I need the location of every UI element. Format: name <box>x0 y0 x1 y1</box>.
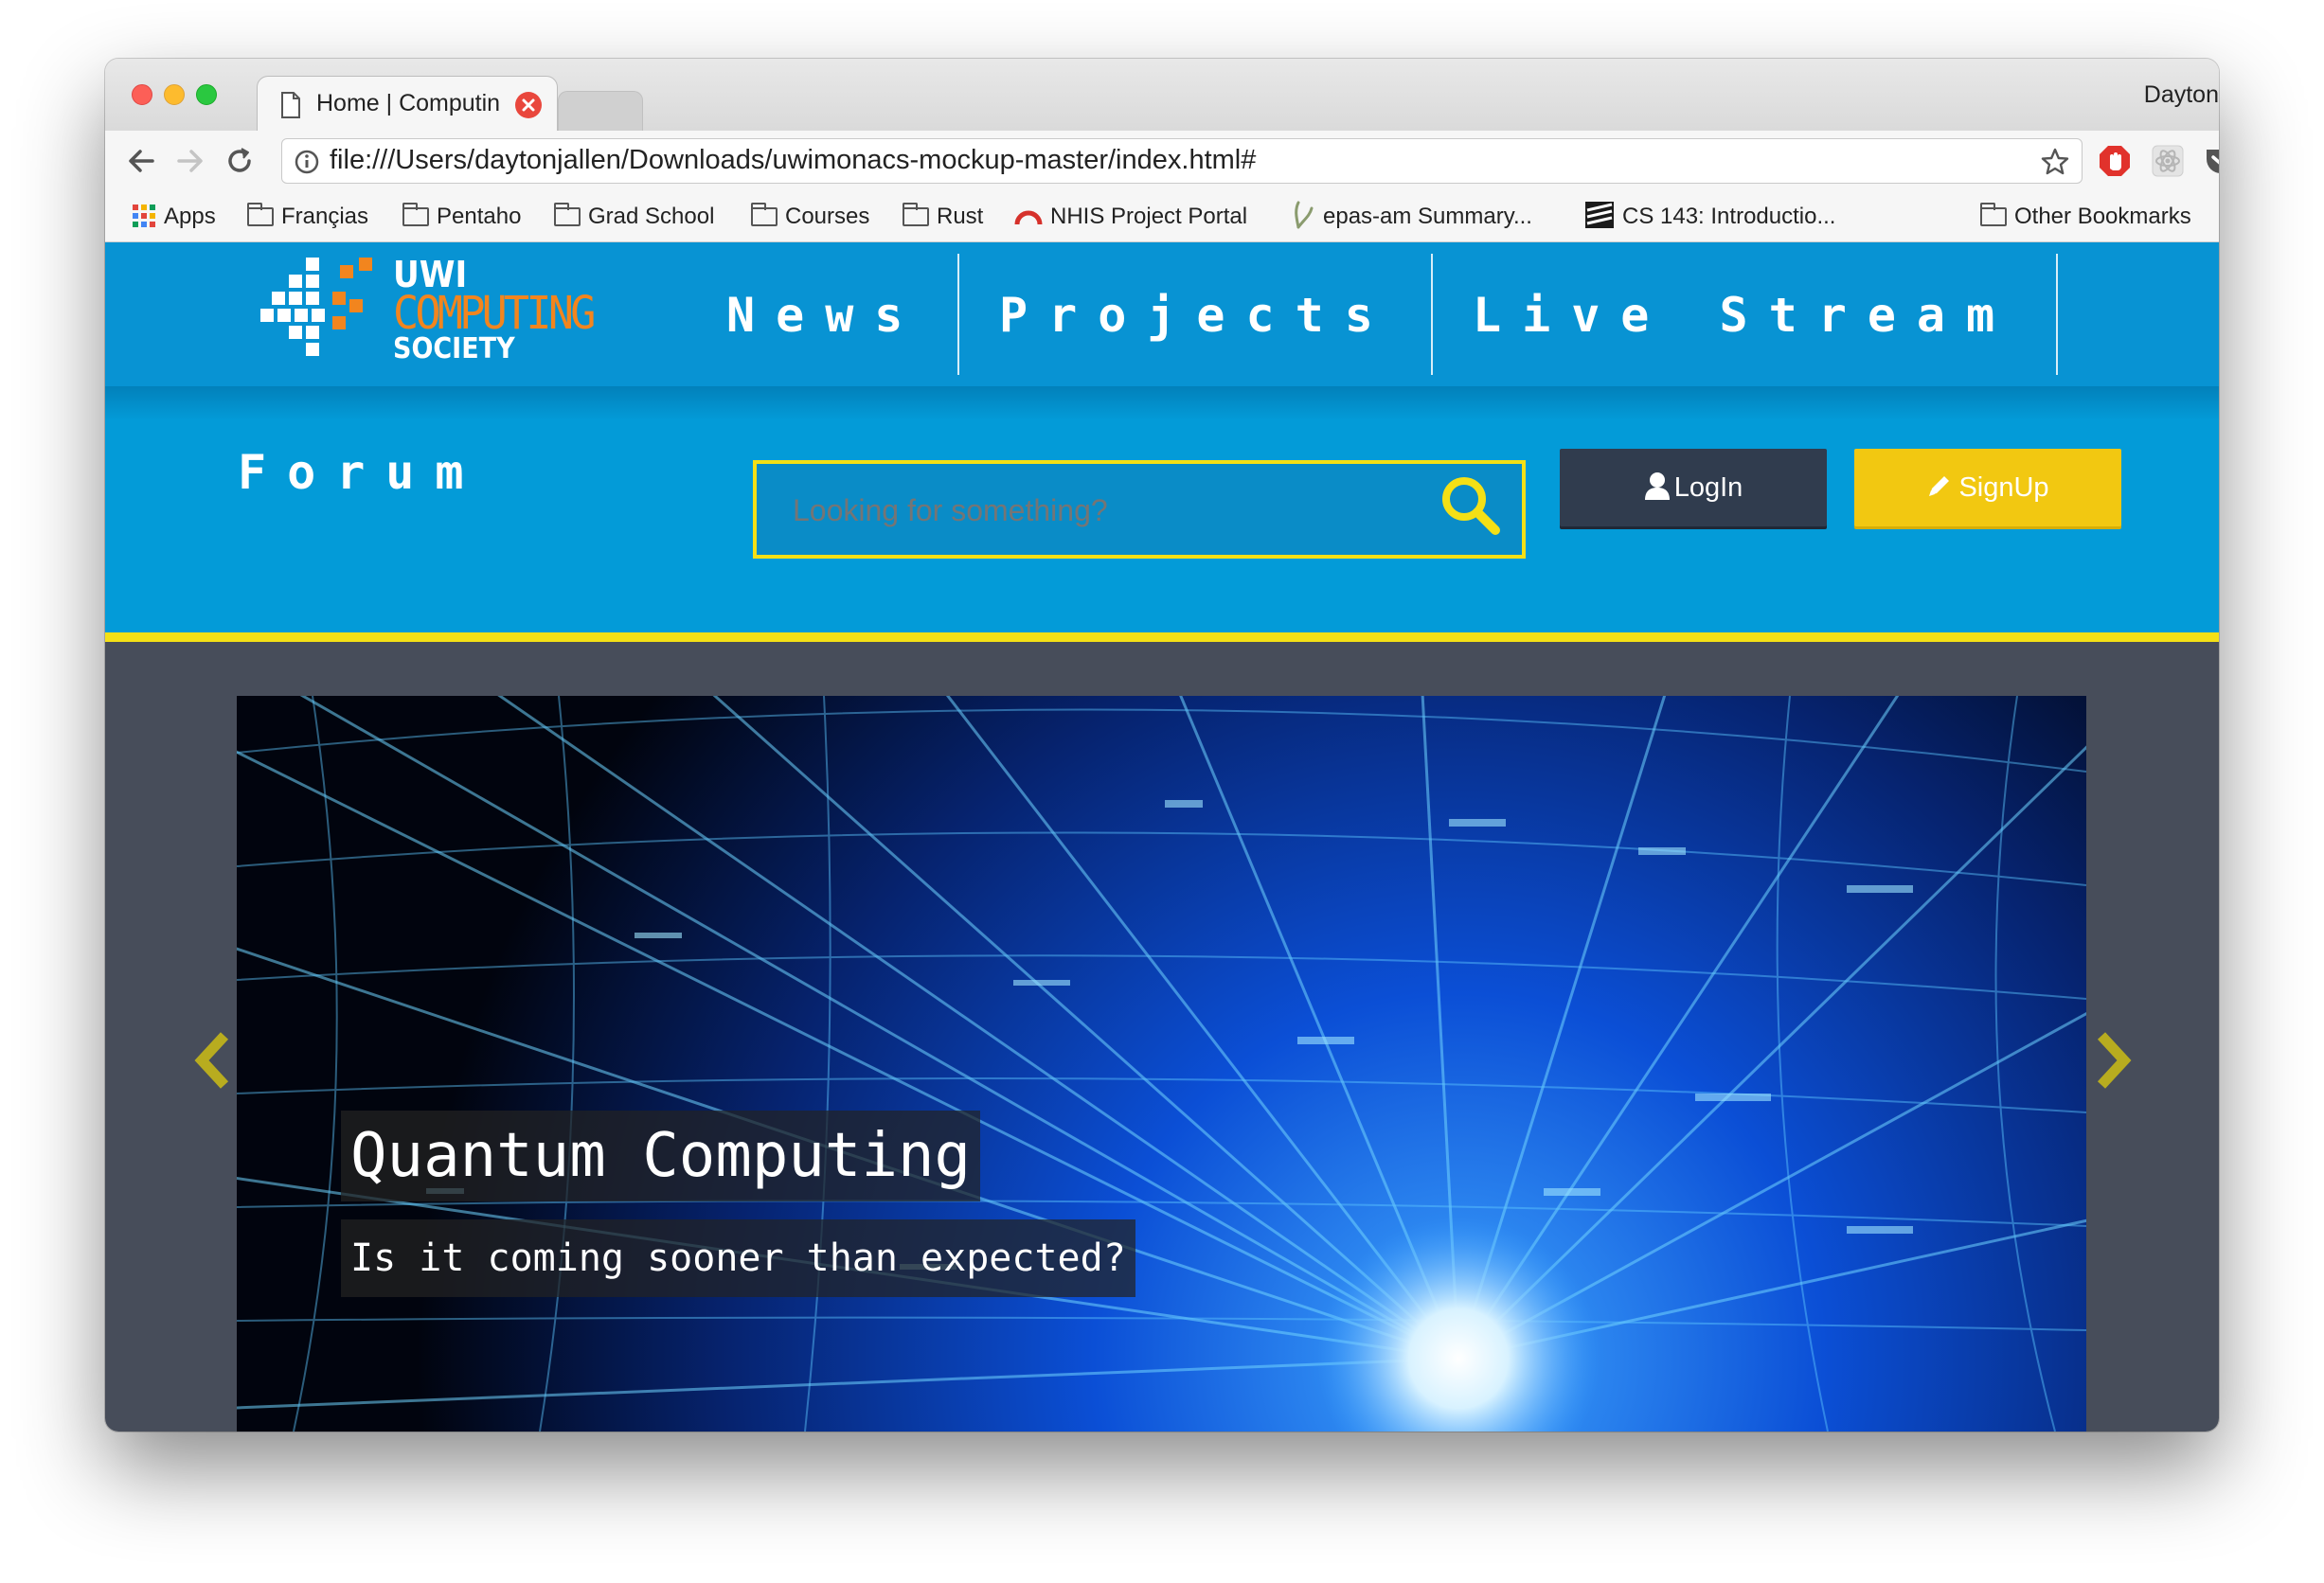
carousel-prev-chevron-icon[interactable] <box>192 1032 234 1089</box>
nav-live-stream[interactable]: Live Stream <box>1473 288 2015 343</box>
apps-grid-icon <box>133 205 155 227</box>
forward-arrow-icon[interactable] <box>173 144 207 178</box>
quantum-grid-image <box>237 696 2086 1432</box>
back-arrow-icon[interactable] <box>124 144 158 178</box>
bookmark-nhis-project-portal[interactable]: NHIS Project Portal <box>1014 191 1247 242</box>
logo-grid-icon <box>260 258 372 356</box>
bookmark-label: NHIS Project Portal <box>1050 204 1248 229</box>
folder-icon <box>903 203 929 226</box>
forum-label[interactable]: Forum <box>238 445 485 500</box>
bookmark-label: Courses <box>785 204 870 229</box>
bookmark-apps[interactable]: Apps <box>132 191 216 242</box>
bookmark-francias[interactable]: Françias <box>247 191 368 242</box>
title-bar: Home | Computin Dayton <box>105 59 2219 133</box>
folder-icon <box>1980 203 2007 226</box>
nav-divider <box>957 254 959 375</box>
reload-icon[interactable] <box>223 144 257 178</box>
react-devtools-icon[interactable] <box>2151 144 2185 178</box>
bookmark-label: Grad School <box>588 204 715 229</box>
pocket-icon[interactable] <box>2204 144 2219 178</box>
pencil-icon <box>1929 476 1950 496</box>
search-input[interactable] <box>791 485 1401 536</box>
signup-label: SignUp <box>1958 472 2049 503</box>
bookmark-grad-school[interactable]: Grad School <box>554 191 714 242</box>
slide-subtitle-box: Is it coming sooner than expected? <box>341 1219 1135 1297</box>
bookmark-cs-143[interactable]: CS 143: Introductio... <box>1584 191 1835 242</box>
bookmark-label: Françias <box>281 204 369 229</box>
search-box[interactable] <box>753 460 1526 559</box>
nav-news[interactable]: News <box>726 288 923 343</box>
site-navbar: UWI COMPUTING SOCIETY News Projects Live… <box>105 242 2219 386</box>
nav-divider <box>1431 254 1433 375</box>
rainbow-arc-icon <box>1014 210 1043 225</box>
accent-divider <box>105 632 2219 642</box>
bookmark-epas-am-summary[interactable]: epas-am Summary... <box>1291 191 1532 242</box>
nav-projects[interactable]: Projects <box>999 288 1394 343</box>
folder-icon <box>751 203 778 226</box>
bookmark-pentaho[interactable]: Pentaho <box>402 191 521 242</box>
logo-line-computing: COMPUTING <box>393 287 596 340</box>
bookmarks-bar: Apps Françias Pentaho Grad School Course… <box>105 191 2219 242</box>
login-label: LogIn <box>1673 472 1743 503</box>
page-viewport: UWI COMPUTING SOCIETY News Projects Live… <box>105 242 2219 1432</box>
adblock-icon[interactable] <box>2098 144 2132 178</box>
folder-icon <box>402 203 429 226</box>
site-logo[interactable]: UWI COMPUTING SOCIETY <box>260 256 596 364</box>
carousel-slide[interactable]: Quantum Computing Is it coming sooner th… <box>237 696 2086 1432</box>
user-icon <box>1644 472 1670 500</box>
bookmark-other[interactable]: Other Bookmarks <box>1980 191 2191 242</box>
forum-bar: Forum LogIn SignUp <box>105 386 2219 632</box>
bookmark-courses[interactable]: Courses <box>751 191 869 242</box>
login-button[interactable]: LogIn <box>1560 449 1827 526</box>
nav-divider <box>2056 254 2058 375</box>
slide-title-box: Quantum Computing <box>341 1111 981 1201</box>
leaf-icon <box>1295 201 1314 229</box>
navbar-shadow <box>105 386 2219 420</box>
bookmark-label: Pentaho <box>437 204 522 229</box>
carousel: Quantum Computing Is it coming sooner th… <box>105 642 2219 1432</box>
browser-window: Home | Computin Dayton file:///Users/day… <box>105 59 2219 1432</box>
bookmark-label: Rust <box>937 204 984 229</box>
carousel-next-chevron-icon[interactable] <box>2092 1032 2134 1089</box>
profile-name[interactable]: Dayton <box>2144 81 2219 109</box>
slide-title: Quantum Computing <box>350 1121 972 1191</box>
slide-subtitle: Is it coming sooner than expected? <box>350 1236 1126 1280</box>
search-icon[interactable] <box>1437 471 1505 540</box>
address-bar[interactable]: file:///Users/daytonjallen/Downloads/uwi… <box>281 138 2083 184</box>
bookmark-label: Other Bookmarks <box>2014 204 2191 229</box>
bookmark-label: CS 143: Introductio... <box>1622 204 1836 229</box>
browser-toolbar: file:///Users/daytonjallen/Downloads/uwi… <box>105 131 2219 191</box>
info-icon[interactable] <box>294 149 320 175</box>
bookmark-label: epas-am Summary... <box>1323 204 1532 229</box>
bookmark-rust[interactable]: Rust <box>903 191 983 242</box>
folder-icon <box>247 203 274 226</box>
signup-button[interactable]: SignUp <box>1854 449 2121 526</box>
stanford-logo-icon <box>1585 202 1614 228</box>
bookmark-star-icon[interactable] <box>2040 147 2070 177</box>
url-text: file:///Users/daytonjallen/Downloads/uwi… <box>330 145 1257 175</box>
logo-line-society: SOCIETY <box>393 332 515 365</box>
bookmark-label: Apps <box>164 204 216 229</box>
folder-icon <box>554 203 581 226</box>
